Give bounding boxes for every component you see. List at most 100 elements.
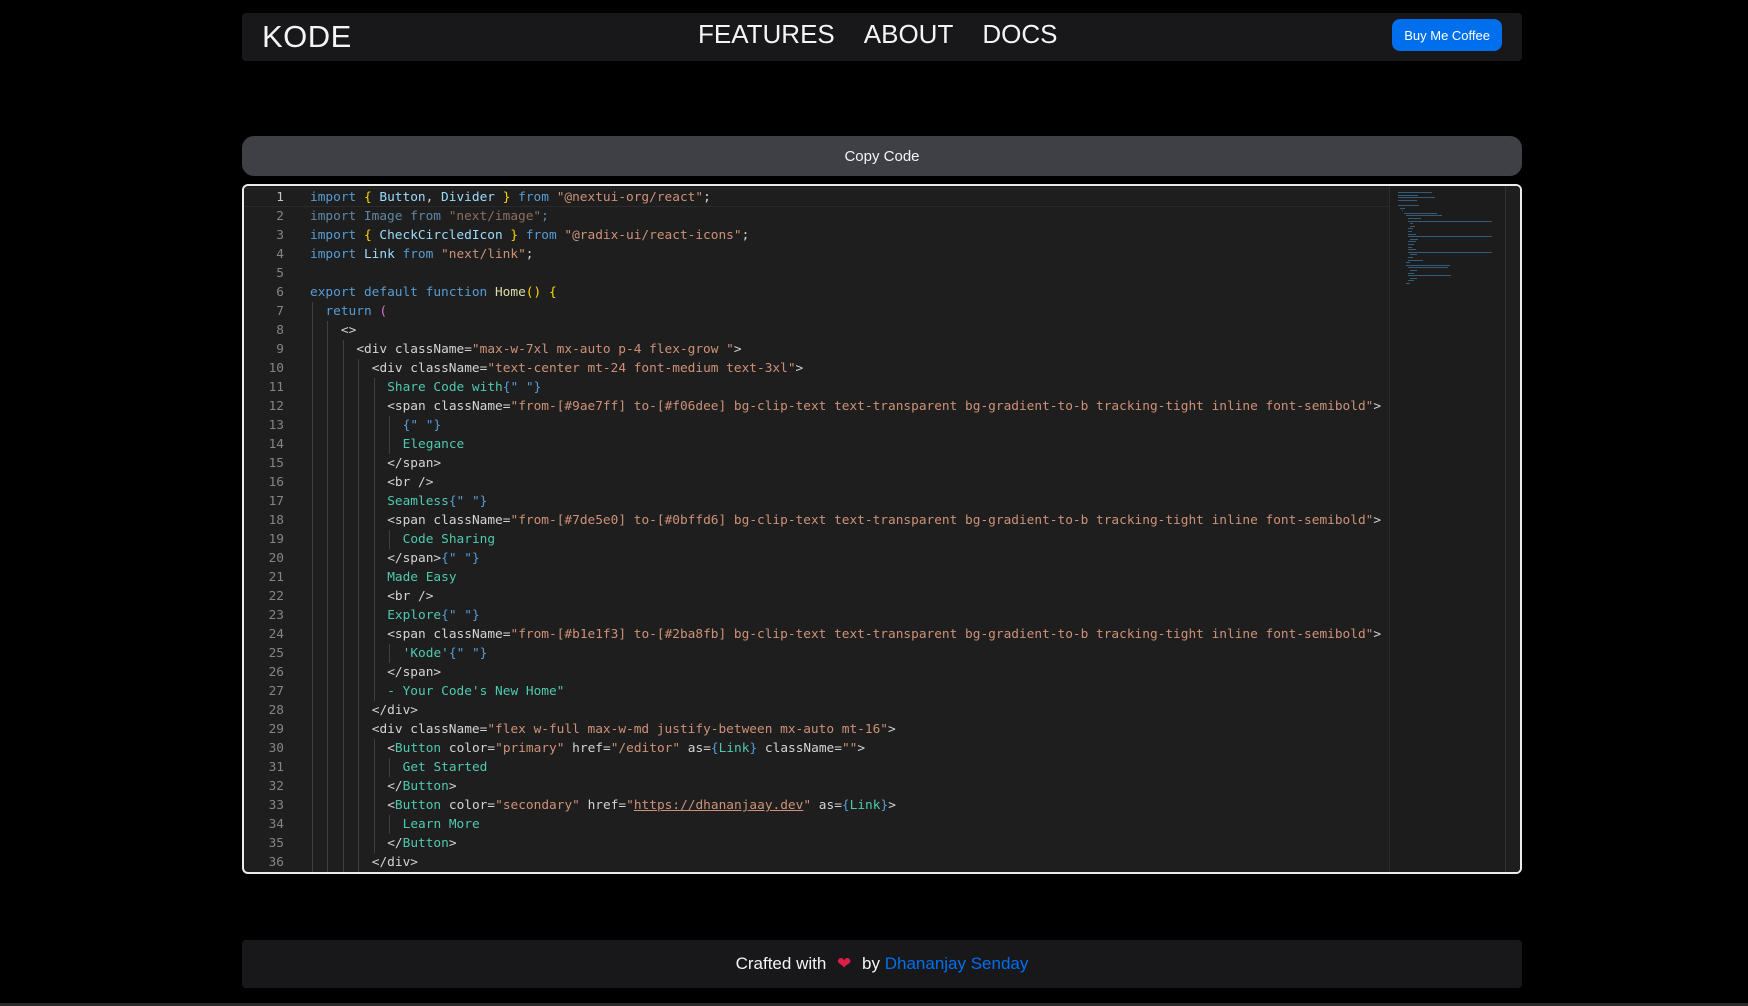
code-line[interactable]: 18 <span className="from-[#7de5e0] to-[#0… xyxy=(244,511,1389,530)
code-lines[interactable]: 1 import { Button, Divider } from "@nextu… xyxy=(244,188,1389,872)
code-line[interactable]: 2 import Image from "next/image"; xyxy=(244,207,1389,226)
code-line[interactable]: 14 Elegance xyxy=(244,435,1389,454)
code-line[interactable]: 4 import Link from "next/link"; xyxy=(244,245,1389,264)
indent-guide xyxy=(327,682,329,701)
code-line[interactable]: 19 Code Sharing xyxy=(244,530,1389,549)
code-text: <Button color="secondary" href="https://… xyxy=(387,798,896,813)
code-line[interactable]: 25 'Kode'{" "} xyxy=(244,644,1389,663)
code-line[interactable]: 26 </span> xyxy=(244,663,1389,682)
code-line[interactable]: 23 Explore{" "} xyxy=(244,606,1389,625)
site-logo[interactable]: KODE xyxy=(262,19,352,55)
indent-guide xyxy=(342,568,344,587)
indent-guide xyxy=(373,834,375,853)
indent-guide xyxy=(327,340,329,359)
site-footer: Crafted with ❤ by Dhananjay Senday xyxy=(242,940,1522,988)
code-text: Seamless{" "} xyxy=(387,494,488,509)
indent-guide xyxy=(312,625,313,644)
code-line[interactable]: 6 export default function Home() { xyxy=(244,283,1389,302)
indent-guide xyxy=(358,435,360,454)
indent-guide xyxy=(312,834,313,853)
indent-guide xyxy=(327,644,329,663)
top-navbar: KODE FEATURES ABOUT DOCS Buy Me Coffee xyxy=(242,13,1522,61)
indent-guide xyxy=(312,321,313,340)
indent-guide xyxy=(389,530,391,549)
code-line[interactable]: 11 Share Code with{" "} xyxy=(244,378,1389,397)
code-line[interactable]: 31 Get Started xyxy=(244,758,1389,777)
buy-me-coffee-button[interactable]: Buy Me Coffee xyxy=(1392,19,1502,51)
code-line[interactable]: 13 {" "} xyxy=(244,416,1389,435)
indent-guide xyxy=(312,416,313,435)
minimap-line xyxy=(1404,212,1437,214)
code-line[interactable]: 29 <div className="flex w-full max-w-md j… xyxy=(244,720,1389,739)
indent-guide xyxy=(327,530,329,549)
line-number: 1 xyxy=(276,190,284,205)
code-text: <div className="max-w-7xl mx-auto p-4 fl… xyxy=(356,342,742,357)
indent-guide xyxy=(342,796,344,815)
indent-guide xyxy=(312,511,313,530)
indent-guide xyxy=(358,359,360,378)
code-line[interactable]: 8 <> xyxy=(244,321,1389,340)
code-line[interactable]: 34 Learn More xyxy=(244,815,1389,834)
indent-guide xyxy=(373,663,375,682)
code-line[interactable]: 24 <span className="from-[#b1e1f3] to-[#2… xyxy=(244,625,1389,644)
code-line[interactable]: 5 xyxy=(244,264,1389,283)
code-line[interactable]: 20 </span>{" "} xyxy=(244,549,1389,568)
code-line[interactable]: 3 import { CheckCircledIcon } from "@radi… xyxy=(244,226,1389,245)
code-line[interactable]: 27 - Your Code's New Home" xyxy=(244,682,1389,701)
nav-link-about[interactable]: ABOUT xyxy=(864,19,954,50)
indent-guide xyxy=(373,815,375,834)
indent-guide xyxy=(373,758,375,777)
code-line[interactable]: 35 </Button> xyxy=(244,834,1389,853)
code-text: </Button> xyxy=(387,836,457,851)
indent-guide xyxy=(358,682,360,701)
indent-guide xyxy=(312,663,313,682)
indent-guide xyxy=(312,568,313,587)
indent-guide xyxy=(389,815,391,834)
code-text: Code Sharing xyxy=(402,532,496,547)
indent-guide xyxy=(342,739,344,758)
code-line[interactable]: 10 <div className="text-center mt-24 font… xyxy=(244,359,1389,378)
minimap-line xyxy=(1408,280,1414,282)
code-line[interactable]: 22 <br /> xyxy=(244,587,1389,606)
code-line[interactable]: 28 </div> xyxy=(244,701,1389,720)
copy-code-button[interactable]: Copy Code xyxy=(242,136,1522,176)
code-editor[interactable]: 1 import { Button, Divider } from "@nextu… xyxy=(242,184,1522,874)
line-number: 13 xyxy=(268,418,284,433)
code-line[interactable]: 32 </Button> xyxy=(244,777,1389,796)
indent-guide xyxy=(327,758,329,777)
line-number: 12 xyxy=(268,399,284,414)
indent-guide xyxy=(312,682,313,701)
code-line[interactable]: 36 </div> xyxy=(244,853,1389,872)
indent-guide xyxy=(327,625,329,644)
indent-guide xyxy=(342,397,344,416)
code-line[interactable]: 7 return ( xyxy=(244,302,1389,321)
indent-guide xyxy=(327,397,329,416)
code-line[interactable]: 30 <Button color="primary" href="/editor"… xyxy=(244,739,1389,758)
minimap-line xyxy=(1410,225,1416,227)
code-text: Learn More xyxy=(402,817,480,832)
code-line[interactable]: 1 import { Button, Divider } from "@nextu… xyxy=(244,188,1389,207)
minimap-line xyxy=(1410,270,1418,271)
editor-minimap[interactable] xyxy=(1389,186,1520,872)
code-line[interactable]: 9 <div className="max-w-7xl mx-auto p-4 f… xyxy=(244,340,1389,359)
code-line[interactable]: 12 <span className="from-[#9ae7ff] to-[#f… xyxy=(244,397,1389,416)
line-number: 11 xyxy=(268,380,284,395)
indent-guide xyxy=(327,511,329,530)
editor-scrollbar[interactable] xyxy=(1505,186,1520,872)
code-line[interactable]: 21 Made Easy xyxy=(244,568,1389,587)
nav-link-features[interactable]: FEATURES xyxy=(698,19,835,50)
code-text: - Your Code's New Home" xyxy=(387,684,565,699)
nav-link-docs[interactable]: DOCS xyxy=(982,19,1057,50)
indent-guide xyxy=(373,682,375,701)
code-line[interactable]: 33 <Button color="secondary" href="https:… xyxy=(244,796,1389,815)
indent-guide xyxy=(327,815,329,834)
code-line[interactable]: 15 </span> xyxy=(244,454,1389,473)
indent-guide xyxy=(358,796,360,815)
line-number: 4 xyxy=(276,247,284,262)
author-link[interactable]: Dhananjay Senday xyxy=(885,954,1029,973)
indent-guide xyxy=(342,454,344,473)
code-text: </span> xyxy=(387,456,442,471)
code-line[interactable]: 17 Seamless{" "} xyxy=(244,492,1389,511)
code-line[interactable]: 16 <br /> xyxy=(244,473,1389,492)
indent-guide xyxy=(373,549,375,568)
